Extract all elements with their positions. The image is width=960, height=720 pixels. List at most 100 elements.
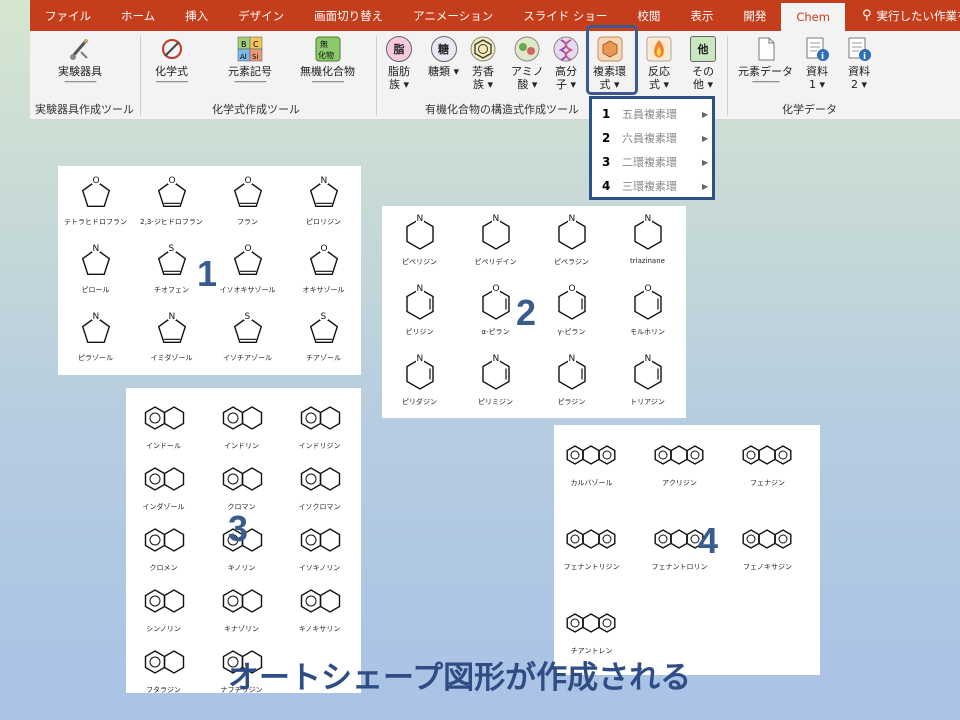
molecule-name: インダゾール (142, 503, 185, 511)
molecule-cell[interactable]: O イソオキサゾール (210, 238, 285, 295)
molecule-name: チアゾール (306, 354, 341, 362)
molecule-cell[interactable]: N イミダゾール (134, 306, 209, 363)
tab-insert[interactable]: 挿入 (170, 0, 223, 31)
molecule-structure-icon (222, 467, 262, 491)
svg-text:N: N (644, 214, 651, 224)
molecule-cell[interactable]: Ntriazinane (610, 210, 685, 265)
molecule-cell[interactable]: クロマン (204, 455, 279, 512)
menu-item-five-membered[interactable]: 1 五員複素環 ▶ (592, 102, 712, 126)
molecule-cell[interactable]: カルバゾール (554, 431, 629, 488)
tab-file[interactable]: ファイル (30, 0, 106, 31)
molecule-cell[interactable]: N ピロリジン (286, 170, 361, 227)
molecule-structure-icon: N (81, 243, 110, 275)
sugar-label: 糖類 ▾ (428, 65, 460, 78)
molecule-cell[interactable]: N ピリダジン (382, 350, 457, 407)
tab-transitions[interactable]: 画面切り替え (299, 0, 398, 31)
molecule-cell[interactable]: フェナジン (730, 431, 805, 488)
molecule-cell[interactable]: シンノリン (126, 577, 201, 634)
molecule-cell[interactable]: S チアゾール (286, 306, 361, 363)
molecule-name: アクリジン (662, 479, 697, 487)
tab-animations[interactable]: アニメーション (398, 0, 508, 31)
molecule-cell[interactable]: フェノキサジン (730, 515, 805, 572)
element-symbol-dash: -------------- (234, 77, 266, 87)
tab-home[interactable]: ホーム (106, 0, 170, 31)
molecule-structure-icon: O (633, 283, 662, 320)
menu-item-tricyclic[interactable]: 4 三環複素環 ▶ (592, 174, 712, 198)
molecule-cell[interactable]: N トリアジン (610, 350, 685, 407)
molecule-cell[interactable]: キノキサリン (282, 577, 357, 634)
svg-text:N: N (492, 214, 499, 224)
reference-1-button[interactable]: i 資料 1 ▾ (804, 36, 830, 91)
molecule-cell[interactable]: インダゾール (126, 455, 201, 512)
molecule-cell[interactable]: インドリン (204, 394, 279, 451)
molecule-structure-icon (300, 528, 340, 552)
group-lab-tools: 実験器具作成ツール (35, 103, 134, 116)
molecule-cell[interactable]: N ピペリジン (382, 210, 457, 267)
molecule-cell[interactable]: イソキノリン (282, 516, 357, 573)
amino-acid-button[interactable]: アミノ 酸 ▾ (511, 36, 544, 91)
molecule-cell[interactable]: O テトラヒドロフラン (58, 170, 133, 227)
element-data-dash: ------------ (752, 77, 780, 87)
molecule-cell[interactable]: N ピペリデイン (458, 210, 533, 267)
molecule-cell[interactable]: N ピロール (58, 238, 133, 295)
molecule-cell[interactable]: Oγ-ピラン (534, 280, 609, 337)
element-data-button[interactable]: 元素データ ------------ (738, 36, 793, 87)
molecule-cell[interactable]: N ピラゾール (58, 306, 133, 363)
molecule-cell[interactable]: アクリジン (642, 431, 717, 488)
molecule-cell[interactable]: クロメン (126, 516, 201, 573)
chemical-formula-button[interactable]: 化学式 -------------- (155, 36, 188, 87)
other-button[interactable]: 他 その 他 ▾ (690, 36, 716, 91)
element-symbol-button[interactable]: B C Al Si 元素記号 -------------- (228, 36, 272, 87)
aliphatic-button[interactable]: 脂 脂肪 族 ▾ (386, 36, 412, 91)
molecule-name: チオフェン (154, 286, 189, 294)
molecule-cell[interactable]: N ピリミジン (458, 350, 533, 407)
molecule-cell[interactable]: O オキサゾール (286, 238, 361, 295)
document-icon (753, 36, 779, 62)
molecule-cell[interactable]: S イソチアゾール (210, 306, 285, 363)
molecule-name: モルホリン (630, 328, 665, 336)
molecule-cell[interactable]: O モルホリン (610, 280, 685, 337)
polymer-label: 高分 (555, 65, 577, 78)
molecule-name: キノリン (227, 564, 256, 572)
molecule-cell[interactable]: フタラジン (126, 638, 201, 695)
molecule-name: ピリダジン (401, 398, 438, 406)
svg-text:O: O (92, 176, 99, 186)
inorganic-compound-button[interactable]: 無化物 無機化合物 -------------- (300, 36, 355, 87)
menu-item-number: 1 (602, 107, 611, 121)
molecule-cell[interactable]: フェナントリジン (554, 515, 629, 572)
tab-design[interactable]: デザイン (223, 0, 299, 31)
molecule-cell[interactable]: N ピペラジン (534, 210, 609, 267)
molecule-cell[interactable]: インドリジン (282, 394, 357, 451)
menu-item-label: 三環複素環 (622, 180, 677, 193)
svg-text:O: O (568, 284, 575, 294)
sugar-icon: 糖 (430, 36, 457, 62)
molecule-cell[interactable]: イソクロマン (282, 455, 357, 512)
menu-item-six-membered[interactable]: 2 六員複素環 ▶ (592, 126, 712, 150)
molecule-cell[interactable]: N ピラジン (534, 350, 609, 407)
lab-equipment-button[interactable]: 実験器具 -------------- (58, 36, 102, 87)
molecule-cell[interactable]: N ピリジン (382, 280, 457, 337)
other-icon: 他 (690, 36, 716, 62)
molecule-structure-icon: O (557, 283, 586, 320)
molecule-cell[interactable]: チアントレン (554, 599, 629, 656)
slide-caption: オートシェープ図形が作成される (228, 660, 692, 696)
molecule-cell[interactable]: インドール (126, 394, 201, 451)
sugar-button[interactable]: 糖 糖類 ▾ (428, 36, 459, 78)
tab-chem[interactable]: Chem (781, 3, 845, 31)
tell-me-box[interactable]: ⚲ 実行したい作業を (847, 0, 960, 31)
menu-item-bicyclic[interactable]: 3 二環複素環 ▶ (592, 150, 712, 174)
polymer-button[interactable]: 高分 子 ▾ (553, 36, 579, 91)
molecule-cell[interactable]: O 2,3-ジヒドロフラン (134, 170, 209, 227)
reference-2-button[interactable]: i 資料 2 ▾ (846, 36, 872, 91)
tab-view[interactable]: 表示 (675, 0, 728, 31)
molecule-cell[interactable]: O フラン (210, 170, 285, 227)
molecule-structure-icon: S (157, 243, 186, 275)
tab-developer[interactable]: 開発 (728, 0, 781, 31)
molecule-cell[interactable]: キナゾリン (204, 577, 279, 634)
molecule-name: オキサゾール (302, 286, 345, 294)
molecule-structure-icon: N (81, 311, 110, 343)
reaction-button[interactable]: 反応 式 ▾ (646, 36, 672, 91)
svg-text:B: B (241, 40, 247, 49)
molecule-structure-icon (144, 406, 184, 430)
aromatic-button[interactable]: 芳香 族 ▾ (470, 36, 496, 91)
